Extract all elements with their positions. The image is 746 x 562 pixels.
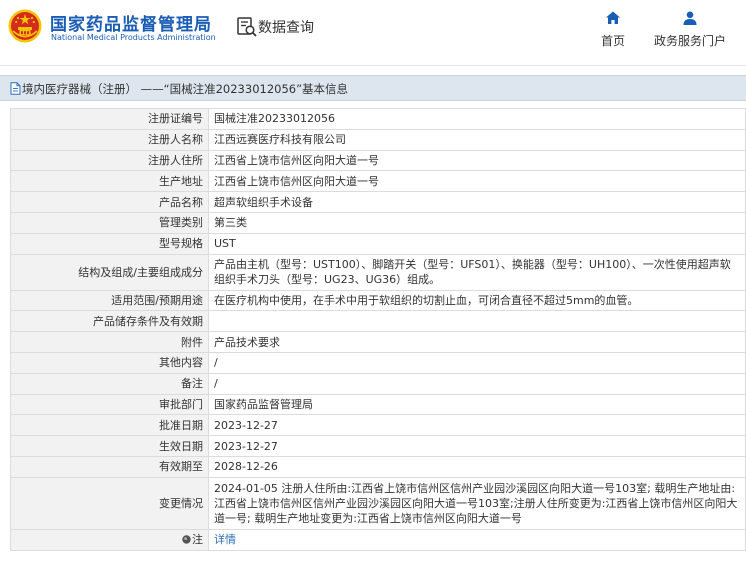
row-value: 产品由主机（型号：UST100）、脚踏开关（型号：UFS01）、换能器（型号：U… — [208, 253, 746, 291]
note-icon — [182, 535, 191, 544]
table-row: 适用范围/预期用途 在医疗机构中使用，在手术中用于软组织的切割止血，可闭合直径不… — [10, 289, 746, 312]
row-value: 江西省上饶市信州区向阳大道一号 — [208, 149, 746, 172]
row-value: 第三类 — [208, 211, 746, 234]
row-value: UST — [208, 232, 746, 255]
table-row: 备注 / — [10, 372, 746, 395]
agency-name-en: National Medical Products Administration — [51, 33, 216, 42]
row-value: 2024-01-05 注册人住所由:江西省上饶市信州区信州产业园沙溪园区向阳大道… — [208, 476, 746, 530]
note-row-label: 注 — [10, 528, 209, 551]
table-row: 管理类别 第三类 — [10, 211, 746, 234]
nav-service-label: 政务服务门户 — [653, 34, 726, 48]
table-row: 结构及组成/主要组成成分 产品由主机（型号：UST100）、脚踏开关（型号：UF… — [10, 253, 746, 291]
row-value: / — [208, 372, 746, 395]
table-row: 变更情况 2024-01-05 注册人住所由:江西省上饶市信州区信州产业园沙溪园… — [10, 476, 746, 530]
row-value — [208, 310, 746, 333]
row-value: / — [208, 351, 746, 374]
row-label: 其他内容 — [10, 351, 209, 374]
table-row: 批准日期 2023-12-27 — [10, 414, 746, 437]
row-label: 备注 — [10, 372, 209, 395]
record-title-bar: 境内医疗器械（注册） ——“国械注准20233012056”基本信息 — [0, 75, 746, 101]
table-row: 产品名称 超声软组织手术设备 — [10, 191, 746, 213]
table-row: 注册人住所 江西省上饶市信州区向阳大道一号 — [10, 149, 746, 172]
row-value: 2023-12-27 — [208, 414, 746, 437]
nav-home-label: 首页 — [600, 34, 625, 48]
nav-service-portal[interactable]: 政务服务门户 — [648, 10, 732, 49]
row-label: 结构及组成/主要组成成分 — [10, 253, 209, 291]
note-label: 注 — [192, 533, 203, 547]
row-label: 变更情况 — [10, 476, 209, 530]
table-row: 附件 产品技术要求 — [10, 331, 746, 353]
row-label: 附件 — [10, 331, 209, 353]
detail-table-container: 注册证编号 国械注准20233012056 注册人名称 江西远赛医疗科技有限公司… — [10, 108, 746, 551]
document-icon — [10, 82, 21, 95]
row-label: 注册证编号 — [10, 108, 209, 130]
row-value: 超声软组织手术设备 — [208, 191, 746, 213]
agency-name-cn: 国家药品监督管理局 — [50, 15, 212, 35]
row-label: 产品储存条件及有效期 — [10, 310, 209, 333]
detail-table: 注册证编号 国械注准20233012056 注册人名称 江西远赛医疗科技有限公司… — [10, 108, 746, 551]
table-row: 产品储存条件及有效期 — [10, 310, 746, 333]
row-value: 产品技术要求 — [208, 331, 746, 353]
row-value: 江西省上饶市信州区向阳大道一号 — [208, 170, 746, 193]
table-row: 生效日期 2023-12-27 — [10, 435, 746, 457]
row-label: 注册人住所 — [10, 149, 209, 172]
table-row: 生产地址 江西省上饶市信州区向阳大道一号 — [10, 170, 746, 193]
record-title: 境内医疗器械（注册） ——“国械注准20233012056”基本信息 — [22, 82, 349, 96]
row-value: 国家药品监督管理局 — [208, 393, 746, 416]
table-row: 有效期至 2028-12-26 — [10, 455, 746, 478]
data-query-icon — [237, 17, 257, 37]
data-query-label: 数据查询 — [258, 20, 314, 36]
home-icon — [606, 11, 620, 24]
table-row: 其他内容 / — [10, 351, 746, 374]
row-label: 批准日期 — [10, 414, 209, 437]
row-value: 在医疗机构中使用，在手术中用于软组织的切割止血，可闭合直径不超过5mm的血管。 — [208, 289, 746, 312]
row-label: 适用范围/预期用途 — [10, 289, 209, 312]
details-link[interactable]: 详情 — [214, 533, 236, 546]
row-label: 管理类别 — [10, 211, 209, 234]
table-row: 审批部门 国家药品监督管理局 — [10, 393, 746, 416]
row-label: 型号规格 — [10, 232, 209, 255]
row-label: 产品名称 — [10, 191, 209, 213]
row-value: 国械注准20233012056 — [208, 108, 746, 130]
national-emblem-icon — [8, 9, 42, 43]
user-icon — [683, 11, 697, 25]
table-row: 注册人名称 江西远赛医疗科技有限公司 — [10, 128, 746, 151]
row-value: 详情 — [208, 528, 746, 551]
row-label: 生效日期 — [10, 435, 209, 457]
row-value: 江西远赛医疗科技有限公司 — [208, 128, 746, 151]
row-label: 审批部门 — [10, 393, 209, 416]
row-value: 2028-12-26 — [208, 455, 746, 478]
table-row: 型号规格 UST — [10, 232, 746, 255]
row-label: 有效期至 — [10, 455, 209, 478]
row-value: 2023-12-27 — [208, 435, 746, 457]
row-label: 生产地址 — [10, 170, 209, 193]
table-row: 注册证编号 国械注准20233012056 — [10, 108, 746, 130]
site-header: 国家药品监督管理局 National Medical Products Admi… — [0, 0, 746, 66]
table-row: 注 详情 — [10, 528, 746, 551]
row-label: 注册人名称 — [10, 128, 209, 151]
nav-home[interactable]: 首页 — [596, 10, 630, 49]
